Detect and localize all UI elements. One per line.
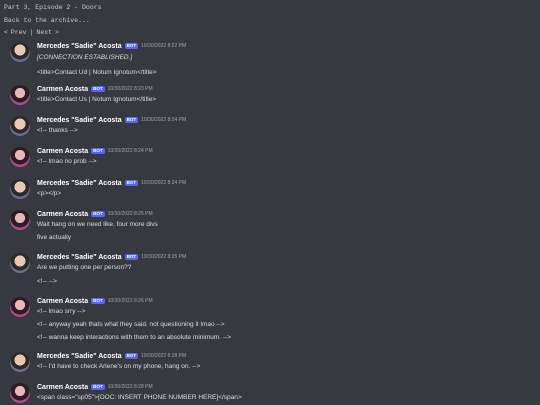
timestamp: 10/30/2022 8:28 PM — [141, 353, 187, 359]
avatar[interactable] — [10, 383, 30, 403]
prev-link[interactable]: Prev — [11, 29, 27, 36]
author-name[interactable]: Carmen Acosta — [37, 384, 88, 391]
timestamp: 10/30/2022 8:22 PM — [141, 43, 187, 49]
nav-close-bracket: > — [55, 29, 59, 36]
author-name[interactable]: Mercedes "Sadie" Acosta — [37, 117, 122, 124]
timestamp: 10/30/2022 8:25 PM — [107, 211, 153, 217]
message-header: Carmen Acosta BOT 10/30/2022 8:28 PM — [37, 382, 153, 392]
message-header: Carmen Acosta BOT 10/30/2022 8:25 PM — [37, 209, 153, 219]
message-header: Mercedes "Sadie" Acosta BOT 10/30/2022 8… — [37, 41, 186, 51]
author-name[interactable]: Carmen Acosta — [37, 298, 88, 305]
message-header: Carmen Acosta BOT 10/30/2022 8:24 PM — [37, 146, 153, 156]
message-text: <title>Contact Ud | Notum Ignotum</title… — [37, 69, 157, 76]
bot-badge: BOT — [124, 180, 139, 186]
timestamp: 10/30/2022 8:26 PM — [107, 298, 153, 304]
message-text: <span class="sp05">[OOC: INSERT PHONE NU… — [37, 394, 242, 401]
bot-badge: BOT — [91, 86, 105, 92]
bot-badge: BOT — [124, 43, 139, 49]
message-header: Mercedes "Sadie" Acosta BOT 10/30/2022 8… — [37, 178, 186, 188]
message-text: [CONNECTION ESTABLISHED.] — [37, 54, 133, 61]
message-header: Mercedes "Sadie" Acosta BOT 10/30/2022 8… — [37, 115, 186, 125]
back-to-archive-link[interactable]: Back to the archive... — [4, 17, 90, 24]
avatar[interactable] — [10, 116, 30, 136]
message-text: <!-- lmao srry --> — [37, 308, 86, 315]
avatar[interactable] — [10, 297, 30, 317]
avatar[interactable] — [10, 85, 30, 105]
author-name[interactable]: Mercedes "Sadie" Acosta — [37, 180, 122, 187]
message-text: <!-- --> — [37, 278, 57, 285]
message-text: <p></p> — [37, 190, 62, 197]
avatar[interactable] — [10, 253, 30, 273]
avatar[interactable] — [10, 147, 30, 167]
timestamp: 10/30/2022 8:24 PM — [141, 117, 187, 123]
author-name[interactable]: Mercedes "Sadie" Acosta — [37, 353, 122, 360]
timestamp: 10/30/2022 8:25 PM — [141, 254, 187, 260]
bot-badge: BOT — [91, 211, 105, 217]
message-text: five actually — [37, 234, 71, 241]
message-header: Mercedes "Sadie" Acosta BOT 10/30/2022 8… — [37, 252, 186, 262]
message-text: <!-- I'd have to check Arlene's on my ph… — [37, 363, 201, 370]
next-link[interactable]: Next — [36, 29, 52, 36]
bot-badge: BOT — [124, 254, 139, 260]
timestamp: 10/30/2022 8:28 PM — [107, 384, 153, 390]
bot-badge: BOT — [91, 298, 105, 304]
avatar[interactable] — [10, 179, 30, 199]
bot-badge: BOT — [124, 117, 139, 123]
message-text: Wait hang on we need like. four more div… — [37, 221, 158, 228]
author-name[interactable]: Mercedes "Sadie" Acosta — [37, 254, 122, 261]
timestamp: 10/30/2022 8:23 PM — [107, 86, 153, 92]
episode-nav: < Prev | Next > — [4, 29, 59, 36]
avatar[interactable] — [10, 352, 30, 372]
author-name[interactable]: Mercedes "Sadie" Acosta — [37, 43, 122, 50]
timestamp: 10/30/2022 8:24 PM — [107, 148, 153, 154]
episode-title: Part 3, Episode 2 - Doors — [4, 4, 102, 11]
bot-badge: BOT — [124, 353, 139, 359]
avatar[interactable] — [10, 42, 30, 62]
author-name[interactable]: Carmen Acosta — [37, 86, 88, 93]
author-name[interactable]: Carmen Acosta — [37, 148, 88, 155]
nav-separator: | — [29, 29, 34, 36]
message-text: Are we putting one per person?? — [37, 264, 132, 271]
message-header: Mercedes "Sadie" Acosta BOT 10/30/2022 8… — [37, 351, 186, 361]
bot-badge: BOT — [91, 148, 105, 154]
nav-open-bracket: < — [4, 29, 8, 36]
message-text: <title>Contact Us | Notum Ignotum</title… — [37, 96, 157, 103]
message-text: <!-- lmao no prob --> — [37, 158, 97, 165]
message-header: Carmen Acosta BOT 10/30/2022 8:26 PM — [37, 296, 153, 306]
message-text: <!-- thanks --> — [37, 127, 78, 134]
author-name[interactable]: Carmen Acosta — [37, 211, 88, 218]
message-header: Carmen Acosta BOT 10/30/2022 8:23 PM — [37, 84, 153, 94]
bot-badge: BOT — [91, 384, 105, 390]
avatar[interactable] — [10, 210, 30, 230]
message-text: <!-- wanna keep interactions with them t… — [37, 334, 232, 341]
message-text: <!-- anyway yeah thats what they said. n… — [37, 321, 225, 328]
timestamp: 10/30/2022 8:24 PM — [141, 180, 187, 186]
